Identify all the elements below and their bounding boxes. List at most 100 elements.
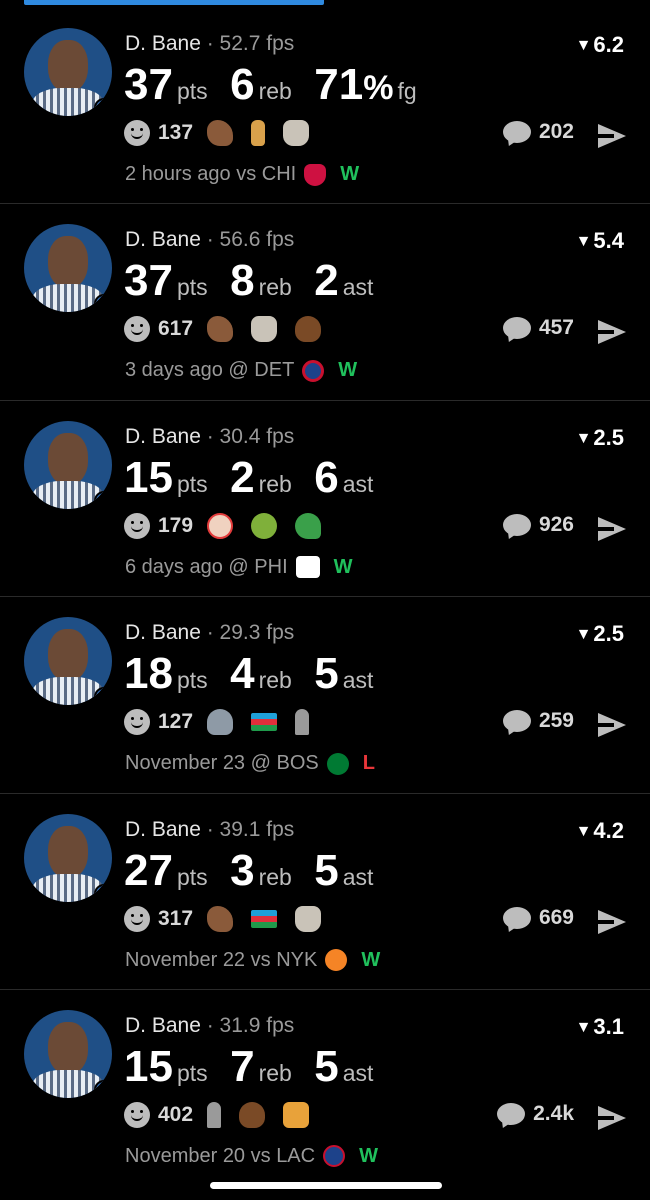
score-triangle-icon: ▼ [575,429,592,447]
stat-value: 6 [230,60,255,109]
comment-count: 2.4k [533,1101,574,1125]
dinosaur-icon[interactable] [207,120,234,146]
stat-value: 5 [314,845,339,895]
stat-unit: reb [258,274,292,301]
player-name[interactable]: D. Bane [125,1014,201,1037]
dinosaur-icon[interactable] [207,905,234,932]
reaction-count: 317 [158,906,194,930]
goat-icon[interactable] [295,905,322,932]
avatar[interactable] [24,617,112,706]
avatar[interactable] [24,224,112,313]
score-display[interactable]: ▼4.2 [576,818,624,844]
post-card[interactable]: D. Bane · 29.3 fps ▼2.5 18 pts 4 reb 5 ast … [0,597,650,794]
score-display[interactable]: ▼3.1 [576,1014,624,1040]
comments-button[interactable]: 669 [502,906,574,930]
share-icon[interactable] [598,124,626,148]
player-name[interactable]: D. Bane [125,228,201,251]
score-display[interactable]: ▼2.5 [576,621,624,647]
reaction-count: 127 [158,710,194,734]
comment-count: 926 [538,512,574,536]
team-badge-icon [94,883,112,902]
avatar[interactable] [24,813,112,902]
post-card[interactable]: D. Bane · 30.4 fps ▼2.5 15 pts 2 reb 6 ast … [0,401,650,598]
game-result: W [359,1144,378,1167]
share-icon[interactable] [598,909,626,934]
kiss-icon[interactable] [283,1101,310,1128]
shamrock-icon[interactable] [295,512,322,539]
avatar[interactable] [24,420,112,509]
opponent-team[interactable]: BOS [277,752,319,775]
opponent-team[interactable]: DET [254,359,294,382]
home-indicator[interactable] [210,1182,442,1189]
stat-unit: ast [342,863,374,890]
reaction-smile-icon[interactable] [124,120,150,146]
reaction-smile-icon[interactable] [124,709,150,736]
sixers-logo-icon [295,556,320,579]
post-card[interactable]: D. Bane · 39.1 fps ▼4.2 27 pts 3 reb 5 ast … [0,794,650,990]
post-card[interactable]: D. Bane · 56.6 fps ▼5.4 37 pts 8 reb 2 ast … [0,204,650,401]
share-icon[interactable] [598,516,626,541]
player-name[interactable]: D. Bane [125,32,201,55]
reaction-count: 617 [158,317,194,341]
azerbaijan-flag-icon[interactable] [251,909,278,928]
player-name[interactable]: D. Bane [125,818,201,841]
poop-icon[interactable] [239,1101,266,1128]
team-badge-icon [94,490,112,509]
comments-button[interactable]: 259 [502,709,574,733]
reaction-smile-icon[interactable] [124,512,150,539]
game-result: L [362,752,375,775]
score-display[interactable]: ▼2.5 [576,425,624,451]
reactions-row: 617 [124,316,339,343]
thunderstorm-icon[interactable] [207,709,234,736]
share-icon[interactable] [598,1105,626,1130]
post-card[interactable]: D. Bane · 52.7 fps ▼6.2 37 pts 6 reb 71% fg… [0,8,650,205]
share-icon[interactable] [598,713,626,738]
middle-finger-icon[interactable] [251,120,266,146]
share-icon[interactable] [598,320,626,345]
dinosaur-icon[interactable] [207,316,234,343]
stat-value: 4 [230,649,255,699]
score-display[interactable]: ▼5.4 [576,228,624,254]
avatar[interactable] [24,28,112,116]
post-card[interactable]: D. Bane · 31.9 fps ▼3.1 15 pts 7 reb 5 ast … [0,990,650,1186]
stat-unit: reb [258,470,292,497]
stat-unit: pts [176,863,208,890]
poop-icon[interactable] [295,316,322,343]
reaction-smile-icon[interactable] [124,905,150,932]
venue: @ [250,752,271,775]
comments-button[interactable]: 457 [502,316,574,340]
cane-icon[interactable] [207,1101,222,1128]
venue: vs [250,1144,271,1167]
player-name[interactable]: D. Bane [125,425,201,448]
stat-suffix: fg [397,78,417,104]
game-meta: November 23 @ BOS L [125,752,375,775]
score-value: 3.1 [593,1013,624,1039]
score-triangle-icon: ▼ [575,37,592,54]
reactions-row: 317 [124,905,339,932]
stat-value: 37 [124,60,173,109]
time-ago: November 22 [125,948,246,971]
fps-value: · 31.9 fps [206,1013,295,1037]
score-display[interactable]: ▼6.2 [576,32,624,58]
celtics-logo-icon [326,752,349,775]
cane-icon[interactable] [295,709,310,736]
goat-icon[interactable] [251,316,278,343]
azerbaijan-flag-icon[interactable] [251,713,278,732]
score-triangle-icon: ▼ [575,822,592,840]
goat-icon[interactable] [283,120,310,146]
opponent-team[interactable]: LAC [276,1145,315,1168]
avatar[interactable] [24,1009,112,1098]
reaction-smile-icon[interactable] [124,316,150,343]
reactions-row: 179 [124,512,339,539]
reaction-smile-icon[interactable] [124,1101,150,1128]
apple-icon[interactable] [251,512,278,539]
clown-icon[interactable] [207,512,234,539]
comments-button[interactable]: 202 [502,120,574,144]
comments-button[interactable]: 2.4k [497,1102,574,1126]
comments-button[interactable]: 926 [502,512,574,537]
player-name[interactable]: D. Bane [125,621,201,644]
opponent-team[interactable]: NYK [276,949,317,972]
opponent-team[interactable]: PHI [254,556,287,579]
comment-count: 202 [538,120,574,143]
opponent-team[interactable]: CHI [262,163,296,186]
